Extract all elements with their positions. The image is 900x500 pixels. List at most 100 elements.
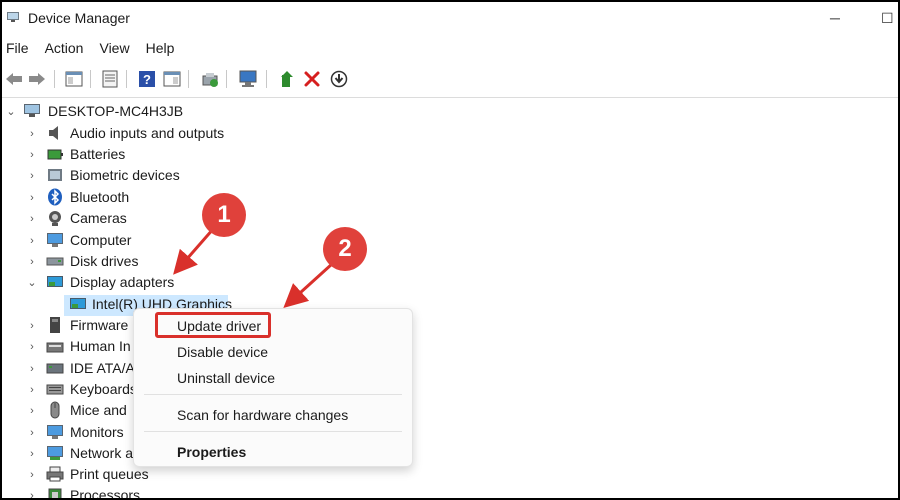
processor-icon <box>48 488 62 498</box>
tree-category-label: Human In <box>70 338 131 354</box>
expand-chevron-icon[interactable]: › <box>27 187 37 208</box>
expand-chevron-icon[interactable]: › <box>27 123 37 144</box>
back-icon[interactable] <box>4 69 24 89</box>
tree-category-mice[interactable]: › Mice and <box>2 400 142 421</box>
tree-category-label: Firmware <box>70 317 129 333</box>
title-bar: Device Manager ─ ☐ <box>2 2 898 36</box>
window-title: Device Manager <box>28 10 130 26</box>
menu-view[interactable]: View <box>99 40 129 62</box>
battery-icon <box>47 149 63 160</box>
menu-item-uninstall-device[interactable]: Uninstall device <box>177 370 275 386</box>
tree-root-label: DESKTOP-MC4H3JB <box>48 103 184 119</box>
expand-chevron-icon[interactable]: › <box>27 422 37 443</box>
help-icon[interactable]: ? <box>137 69 157 89</box>
tree-category-label: Monitors <box>70 424 124 440</box>
tree-category-biometric[interactable]: › Biometric devices <box>2 165 322 186</box>
tree-category-label: IDE ATA/AT <box>70 360 143 376</box>
callout-step-2: 2 <box>323 227 367 271</box>
tree-category-cameras[interactable]: › Cameras <box>2 208 322 229</box>
expand-chevron-icon[interactable]: › <box>27 443 37 464</box>
expand-chevron-icon[interactable]: › <box>27 485 37 499</box>
bluetooth-icon <box>48 188 62 206</box>
expand-chevron-icon[interactable]: › <box>27 358 37 379</box>
update-driver-highlight-box <box>155 312 271 338</box>
expand-chevron-icon[interactable]: › <box>27 315 37 336</box>
toolbar-separator <box>90 70 91 88</box>
expand-chevron-icon[interactable]: › <box>27 464 37 485</box>
menu-item-disable-device[interactable]: Disable device <box>177 344 268 360</box>
menu-file[interactable]: File <box>6 40 29 62</box>
update-driver-icon[interactable] <box>200 69 220 89</box>
maximize-icon[interactable]: ☐ <box>881 10 894 27</box>
tree-category-processors[interactable]: › Processors <box>2 485 202 499</box>
printer-icon <box>46 466 64 482</box>
tree-category-human-interface[interactable]: › Human In <box>2 336 142 357</box>
tree-category-bluetooth[interactable]: › Bluetooth <box>2 187 322 208</box>
tree-category-label: Mice and <box>70 402 127 418</box>
expand-chevron-icon[interactable]: › <box>27 230 37 251</box>
monitor-icon <box>47 425 63 439</box>
disk-drive-icon <box>46 257 64 266</box>
tree-category-label: Network a <box>70 445 134 461</box>
tree-category-label: Computer <box>70 232 132 248</box>
expand-chevron-icon[interactable]: › <box>27 400 37 421</box>
menu-item-scan-hardware[interactable]: Scan for hardware changes <box>177 407 348 423</box>
tree-category-ide-ata[interactable]: › IDE ATA/AT <box>2 358 142 379</box>
tree-category-network[interactable]: › Network a <box>2 443 142 464</box>
computer-icon <box>24 104 40 117</box>
expand-chevron-icon[interactable]: › <box>27 336 37 357</box>
tree-category-keyboards[interactable]: › Keyboards <box>2 379 142 400</box>
tree-category-computer[interactable]: › Computer <box>2 230 322 251</box>
tree-category-label: Batteries <box>70 146 126 162</box>
menu-separator <box>144 394 402 395</box>
network-adapter-icon <box>47 446 63 460</box>
ide-controller-icon <box>46 363 64 374</box>
tree-category-label: Audio inputs and outputs <box>70 125 225 141</box>
tree-category-firmware[interactable]: › Firmware <box>2 315 142 336</box>
expand-chevron-icon[interactable]: › <box>27 379 37 400</box>
expand-chevron-icon[interactable]: › <box>27 144 37 165</box>
hid-icon <box>46 342 64 353</box>
tree-category-label: Keyboards <box>70 381 137 397</box>
display-adapter-icon <box>70 298 86 309</box>
tree-category-batteries[interactable]: › Batteries <box>2 144 322 165</box>
tree-category-disk-drives[interactable]: › Disk drives <box>2 251 322 272</box>
enable-device-icon[interactable] <box>277 69 297 89</box>
expand-chevron-icon[interactable]: › <box>27 208 37 229</box>
menu-item-properties[interactable]: Properties <box>177 444 246 460</box>
uninstall-device-icon[interactable] <box>302 69 322 89</box>
download-driver-icon[interactable] <box>329 69 349 89</box>
minimize-icon[interactable]: ─ <box>830 10 840 26</box>
collapse-chevron-icon[interactable]: ⌄ <box>6 101 16 122</box>
callout-step-1: 1 <box>202 193 246 237</box>
tree-root[interactable]: ⌄ DESKTOP-MC4H3JB <box>2 101 302 122</box>
tree-category-label: Biometric devices <box>70 167 180 183</box>
collapse-chevron-icon[interactable]: ⌄ <box>27 272 37 293</box>
device-manager-app-icon <box>7 12 19 22</box>
tree-category-display-adapters[interactable]: ⌄ Display adapters <box>2 272 322 293</box>
tree-category-audio[interactable]: › Audio inputs and outputs <box>2 123 322 144</box>
expand-chevron-icon[interactable]: › <box>27 251 37 272</box>
tree-category-label: Cameras <box>70 210 127 226</box>
forward-icon[interactable] <box>27 69 47 89</box>
action-pane-icon[interactable] <box>162 69 182 89</box>
device-manager-window: Device Manager ─ ☐ File Action View Help… <box>0 0 900 500</box>
show-hide-console-tree-icon[interactable] <box>64 69 84 89</box>
menu-help[interactable]: Help <box>146 40 175 62</box>
tree-category-label: Bluetooth <box>70 189 130 205</box>
mouse-icon <box>50 401 60 419</box>
camera-icon <box>49 211 61 226</box>
toolbar-divider <box>2 97 898 98</box>
tree-category-print-queues[interactable]: › Print queues <box>2 464 202 485</box>
tree-category-monitors[interactable]: › Monitors <box>2 422 142 443</box>
tree-category-label: Disk drives <box>70 253 139 269</box>
expand-chevron-icon[interactable]: › <box>27 165 37 186</box>
scan-hardware-icon[interactable] <box>238 69 258 89</box>
monitor-icon <box>47 233 63 247</box>
toolbar-separator <box>54 70 55 88</box>
toolbar-separator <box>226 70 227 88</box>
properties-icon[interactable] <box>100 69 120 89</box>
toolbar-separator <box>126 70 127 88</box>
keyboard-icon <box>46 384 64 395</box>
menu-action[interactable]: Action <box>45 40 84 62</box>
